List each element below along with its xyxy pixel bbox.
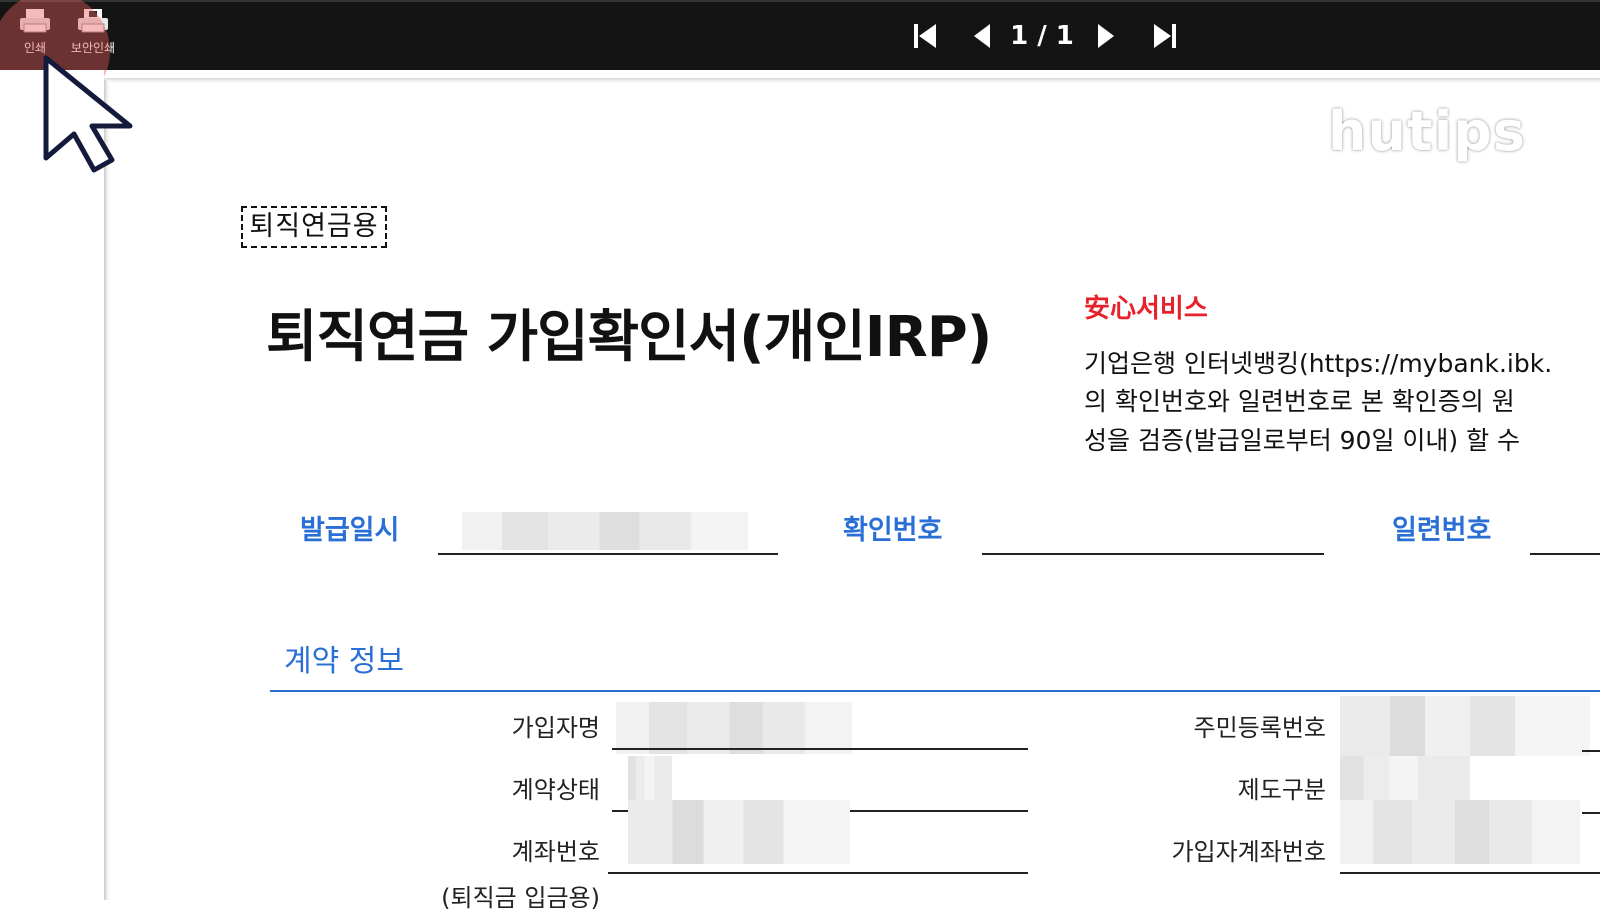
viewer-gutter (0, 70, 104, 900)
plan-type-redacted (1340, 756, 1470, 800)
first-page-button[interactable] (910, 20, 940, 52)
service-text-line: 의 확인번호와 일련번호로 본 확인증의 원 (1084, 387, 1515, 416)
prev-page-icon (974, 24, 990, 48)
issue-date-value-redacted (462, 512, 748, 550)
serial-no-label: 일련번호 (1392, 515, 1492, 546)
subscriber-name-redacted (616, 702, 852, 754)
account-number-label: 계좌번호 (511, 838, 600, 866)
last-page-button[interactable] (1150, 20, 1180, 52)
watermark: hutips (1328, 100, 1527, 163)
next-page-icon (1098, 24, 1114, 48)
resident-number-label: 주민등록번호 (1193, 714, 1326, 742)
subscriber-name-underline (612, 748, 1028, 750)
last-page-icon (1154, 24, 1176, 48)
page-top-shadow (104, 78, 1600, 83)
confirm-no-label: 확인번호 (843, 515, 943, 546)
serial-no-underline (1530, 553, 1600, 555)
secure-print-button[interactable]: 보안인쇄 (64, 8, 122, 60)
plan-type-label: 제도구분 (1237, 776, 1326, 804)
resident-number-redacted (1340, 696, 1590, 756)
page-indicator: 1 / 1 (1010, 21, 1074, 51)
service-title: 安心서비스 (1084, 294, 1208, 324)
section-title: 계약 정보 (284, 644, 404, 679)
first-page-icon (914, 24, 936, 48)
page-left-shadow (104, 80, 110, 900)
secure-printer-icon (78, 9, 108, 33)
printer-icon (20, 9, 50, 33)
next-page-button[interactable] (1090, 20, 1120, 52)
subscriber-account-label: 가입자계좌번호 (1171, 838, 1326, 866)
prev-page-button[interactable] (968, 20, 998, 52)
account-number-redacted (628, 800, 850, 864)
plan-type-underline (1582, 812, 1600, 814)
confirm-no-underline (982, 553, 1324, 555)
account-number-underline (608, 872, 1028, 874)
retirement-deposit-label: (퇴직금 입금용) (441, 884, 600, 912)
subscriber-account-redacted (1340, 800, 1580, 864)
contract-status-label: 계약상태 (511, 776, 600, 804)
service-text-line: 기업은행 인터넷뱅킹(https://mybank.ibk. (1084, 349, 1553, 378)
subscriber-name-label: 가입자명 (511, 714, 600, 742)
viewer-toolbar: 인쇄 보안인쇄 1 / 1 (0, 0, 1600, 70)
section-rule (270, 690, 1600, 692)
service-text-line: 성을 검증(발급일로부터 90일 이내) 할 수 (1084, 426, 1521, 455)
resident-number-underline (1582, 750, 1600, 752)
subscriber-account-underline (1340, 872, 1600, 874)
issue-date-label: 발급일시 (300, 515, 400, 546)
mouse-cursor-icon (43, 55, 133, 173)
contract-status-redacted (628, 756, 672, 800)
issue-date-underline (438, 553, 778, 555)
document-tag: 퇴직연금용 (241, 206, 387, 248)
print-button[interactable]: 인쇄 (14, 8, 56, 60)
document-title: 퇴직연금 가입확인서(개인IRP) (266, 305, 992, 370)
